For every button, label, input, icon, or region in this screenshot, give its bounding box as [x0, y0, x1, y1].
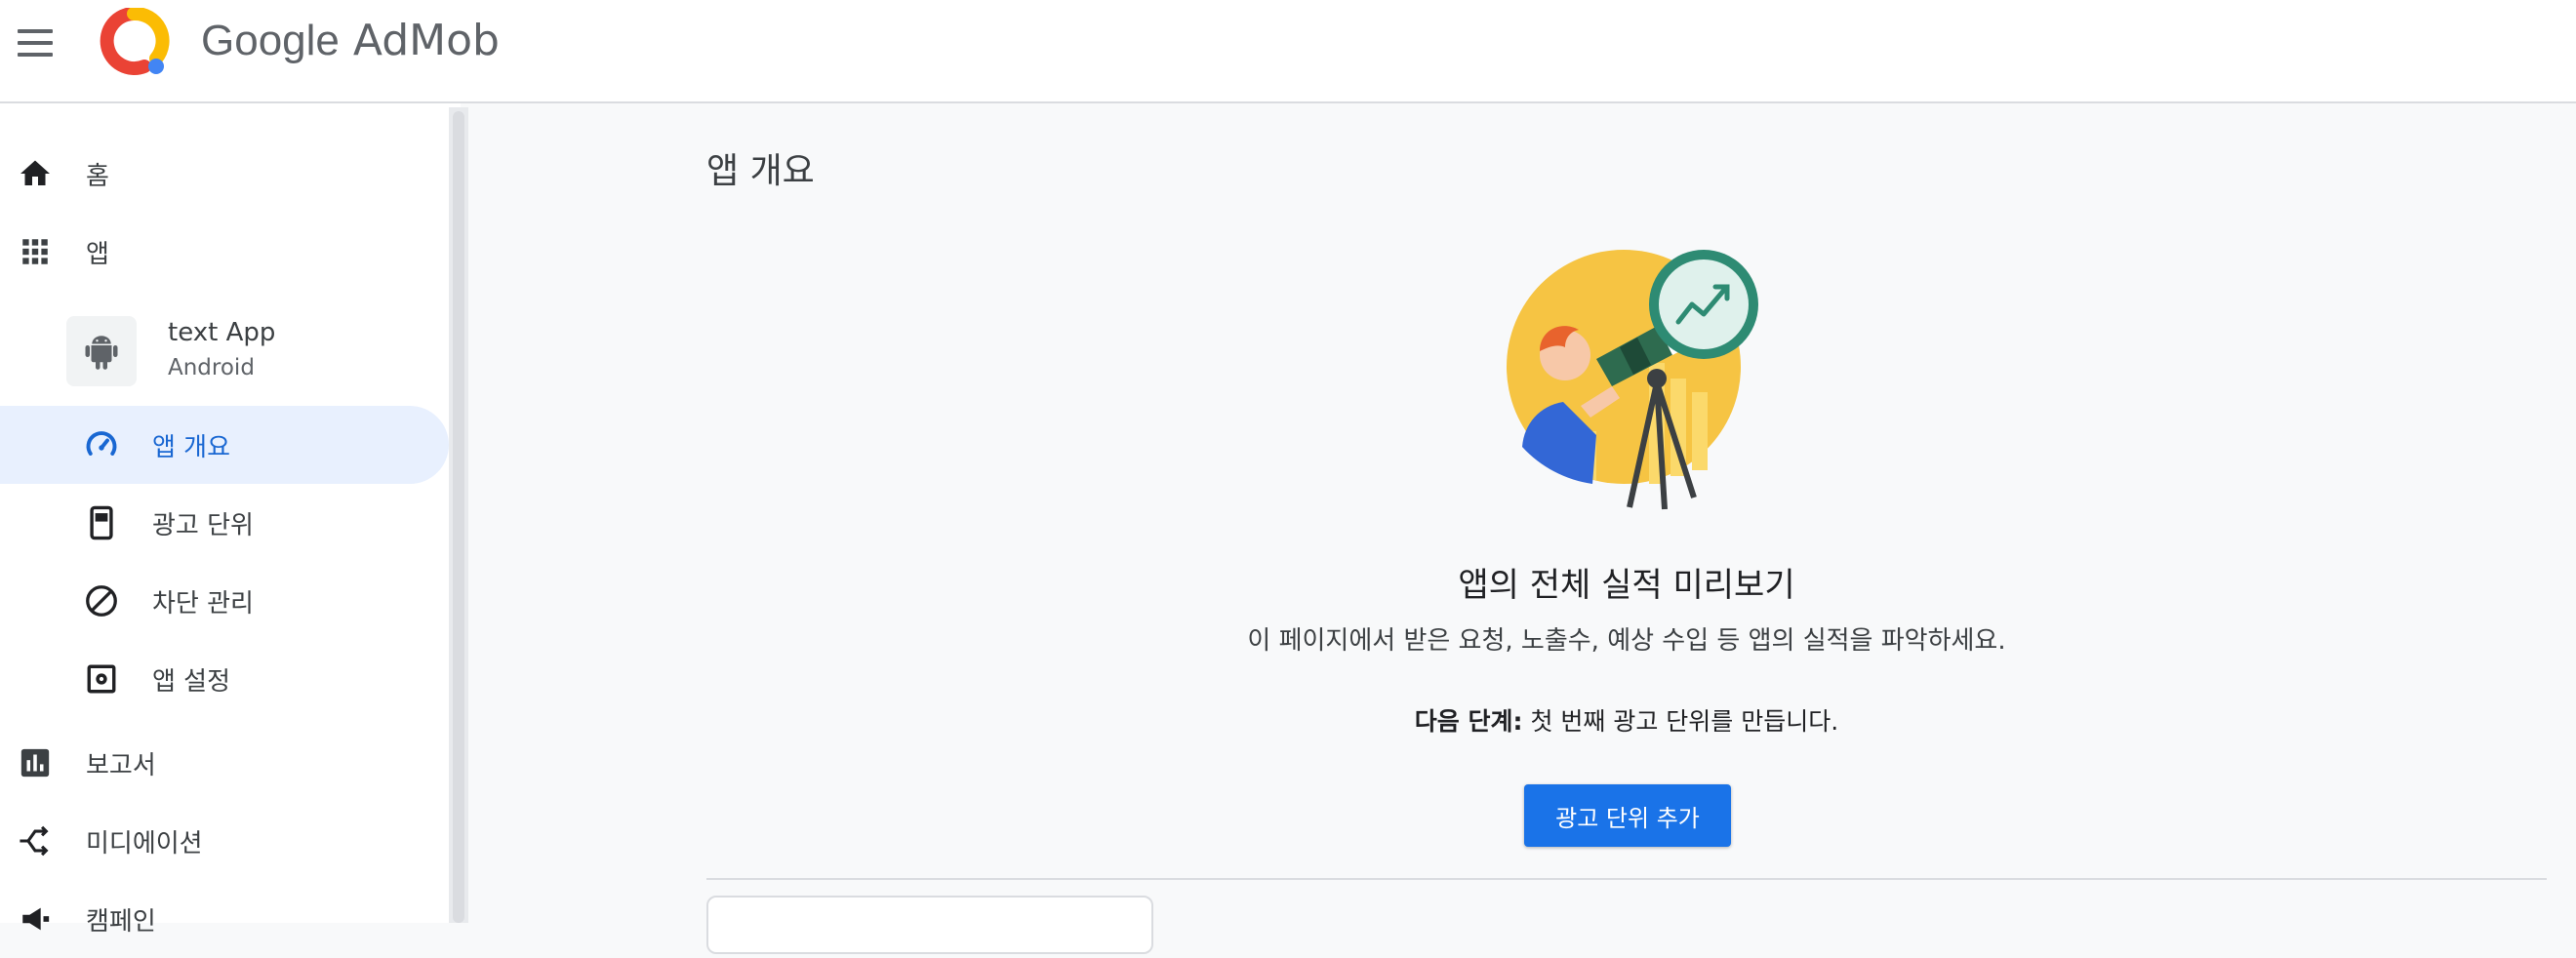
sidebar-item-label: 광고 단위: [152, 510, 254, 540]
top-app-bar: Google AdMob: [0, 0, 2576, 103]
app-name: text App: [168, 318, 276, 347]
sidebar-item-label: 보고서: [86, 750, 156, 780]
sidebar-item-campaigns[interactable]: 캠페인: [0, 880, 449, 958]
sidebar-item-label: 차단 관리: [152, 588, 254, 619]
hamburger-menu-icon[interactable]: [14, 21, 57, 64]
sidebar-item-label: 앱 설정: [152, 666, 231, 697]
telescope-illustration: [1507, 250, 1758, 510]
brand-google: Google: [201, 17, 340, 64]
apps-grid-icon: [16, 232, 55, 271]
add-ad-unit-button[interactable]: 광고 단위 추가: [1524, 784, 1731, 847]
sidebar-scrollbar-thumb[interactable]: [453, 111, 464, 923]
android-icon: [66, 316, 137, 386]
next-step-text: 다음 단계: 첫 번째 광고 단위를 만듭니다.: [976, 702, 2277, 738]
block-icon: [82, 581, 121, 620]
brand-title[interactable]: Google AdMob: [201, 14, 500, 68]
section-divider: [706, 878, 2547, 880]
sidebar-item-home[interactable]: 홈: [0, 135, 449, 213]
empty-state-description: 이 페이지에서 받은 요청, 노출수, 예상 수입 등 앱의 실적을 파악하세요…: [1247, 626, 2006, 656]
sidebar-item-apps[interactable]: 앱: [0, 213, 449, 291]
next-step-body: 첫 번째 광고 단위를 만듭니다.: [1522, 707, 1839, 736]
sidebar-item-label: 캠페인: [86, 906, 156, 937]
sidebar-item-blocking-controls[interactable]: 차단 관리: [0, 562, 449, 640]
bar-chart-icon: [16, 743, 55, 782]
sidebar-item-label: 앱: [86, 239, 109, 269]
app-platform: Android: [168, 355, 255, 380]
app-settings-icon: [82, 659, 121, 699]
sidebar-item-reports[interactable]: 보고서: [0, 724, 449, 802]
empty-state-title: 앱의 전체 실적 미리보기: [1458, 566, 1795, 605]
sidebar-item-label: 홈: [86, 161, 109, 191]
speedometer-icon: [82, 425, 121, 464]
app-selector[interactable]: text App Android: [66, 316, 457, 388]
home-icon: [16, 154, 55, 193]
sidebar-item-app-settings[interactable]: 앱 설정: [0, 640, 449, 718]
page-title: 앱 개요: [706, 151, 815, 191]
sidebar-item-ad-units[interactable]: 광고 단위: [0, 484, 449, 562]
brand-product: AdMob: [352, 16, 500, 65]
admob-logo[interactable]: [98, 8, 170, 78]
ad-unit-icon: [82, 503, 121, 542]
mediation-icon: [16, 821, 55, 860]
metrics-card: [706, 896, 1153, 954]
megaphone-icon: [16, 899, 55, 938]
sidebar-item-label: 앱 개요: [152, 432, 231, 462]
next-step-prefix: 다음 단계:: [1414, 707, 1523, 736]
sidebar-item-app-overview[interactable]: 앱 개요: [0, 406, 449, 484]
sidebar-item-label: 미디에이션: [86, 828, 203, 858]
sidebar-item-mediation[interactable]: 미디에이션: [0, 802, 449, 880]
